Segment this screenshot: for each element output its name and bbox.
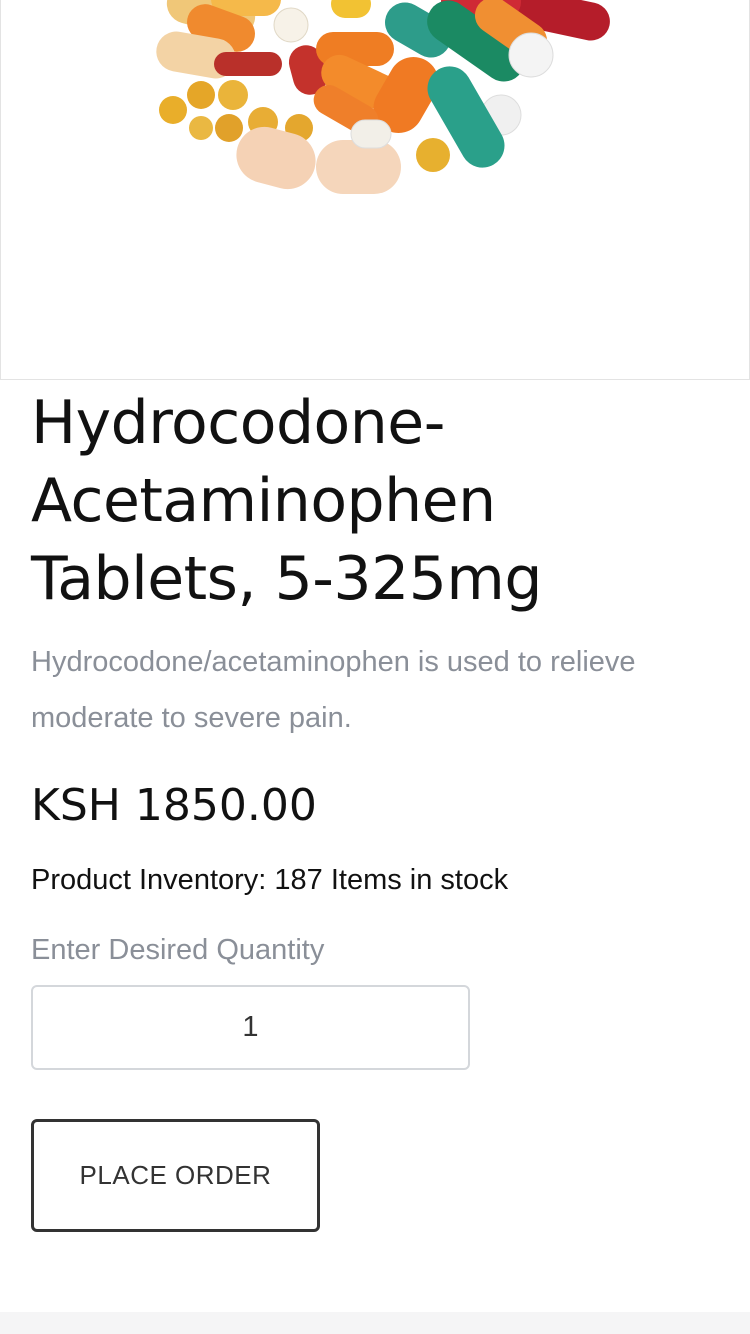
quantity-label: Enter Desired Quantity [31,934,325,966]
place-order-button[interactable]: PLACE ORDER [31,1119,320,1232]
footer-strip [0,1312,750,1334]
product-image [0,0,750,380]
product-details: Hydrocodone-Acetaminophen Tablets, 5-325… [31,384,721,1232]
pills-image [156,0,610,194]
quantity-input[interactable] [31,985,470,1070]
inventory-status: Product Inventory: 187 Items in stock [31,864,509,896]
product-price: KSH 1850.00 [31,780,317,831]
product-description: Hydrocodone/acetaminophen is used to rel… [31,646,636,734]
product-title: Hydrocodone-Acetaminophen Tablets, 5-325… [31,388,542,614]
